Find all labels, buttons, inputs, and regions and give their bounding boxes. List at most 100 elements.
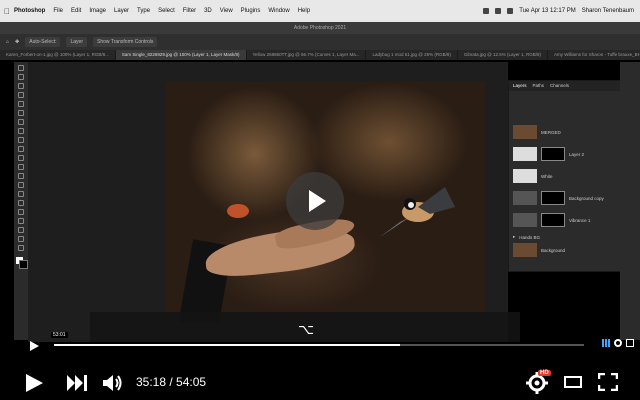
status-area: Tue Apr 13 12:17 PM Sharon Tenenbaum (483, 8, 640, 14)
window-title: Adobe Photoshop 2021 (0, 22, 640, 34)
stamp-tool-icon[interactable] (18, 146, 24, 152)
video-player[interactable]:  Photoshop File Edit Image Layer Type S… (0, 0, 640, 400)
layer-row[interactable]: Vibrance 1 (513, 211, 617, 229)
menu-plugins[interactable]: Plugins (241, 8, 261, 14)
clock[interactable]: Tue Apr 13 12:17 PM (519, 8, 575, 14)
menu-window[interactable]: Window (268, 8, 289, 14)
doc-tab[interactable]: Yellow 268860TT.jpg @ 66.7% (Curves 1, L… (247, 50, 367, 60)
document-tabs: Karen_Forbert-on-1.jpg @ 100% (Layer 1, … (0, 50, 640, 60)
menu-edit[interactable]: Edit (71, 8, 81, 14)
auto-select-target-select[interactable]: Layer (66, 37, 87, 47)
inner-seek-bar[interactable] (54, 344, 584, 346)
menu-layer[interactable]: Layer (114, 8, 129, 14)
gradient-tool-icon[interactable] (18, 173, 24, 179)
hand-tool-icon[interactable] (18, 236, 24, 242)
caption-text: ⌥ (298, 322, 315, 338)
layer-name: Layer 2 (569, 151, 585, 157)
type-tool-icon[interactable] (18, 209, 24, 215)
background-color-swatch[interactable] (19, 260, 28, 269)
layer-name: White (541, 173, 553, 179)
inner-play-icon[interactable] (30, 341, 39, 351)
layers-panel: Layers Paths Channels MERGED Layer 2 Whi… (508, 80, 622, 272)
zoom-tool-icon[interactable] (18, 245, 24, 251)
tab-layers[interactable]: Layers (513, 81, 527, 91)
layer-row[interactable]: Background copy (513, 189, 617, 207)
shape-tool-icon[interactable] (18, 227, 24, 233)
panel-dock (620, 62, 640, 340)
lasso-tool-icon[interactable] (18, 83, 24, 89)
layer-row[interactable]: White (513, 167, 617, 185)
auto-select-checkbox[interactable]: Auto-Select: (25, 37, 61, 47)
marquee-tool-icon[interactable] (18, 74, 24, 80)
bird-shape (380, 187, 455, 237)
layer-row[interactable]: Background (513, 241, 617, 259)
layer-row[interactable]: MERGED (513, 123, 617, 141)
layer-thumbnail (513, 213, 537, 227)
menu-image[interactable]: Image (89, 8, 106, 14)
search-icon[interactable] (507, 8, 514, 14)
home-icon[interactable]: ⌂ (6, 39, 9, 45)
doc-tab[interactable]: Karen_Forbert-on-1.jpg @ 100% (Layer 1, … (0, 50, 116, 60)
quick-select-tool-icon[interactable] (18, 92, 24, 98)
fullscreen-icon[interactable] (598, 373, 618, 391)
inner-seek-progress (54, 344, 400, 346)
history-brush-tool-icon[interactable] (18, 155, 24, 161)
layer-mask-thumbnail (541, 213, 565, 227)
doc-tab[interactable]: Gibrata.jpg @ 12.5% (Layer 1, RGB/8) (458, 50, 548, 60)
dodge-tool-icon[interactable] (18, 191, 24, 197)
blur-tool-icon[interactable] (18, 182, 24, 188)
duration: 54:05 (176, 375, 207, 389)
next-icon[interactable] (66, 374, 88, 392)
theater-mode-icon[interactable] (564, 376, 582, 388)
folder-icon: ▸ (513, 234, 516, 239)
transform-controls-checkbox[interactable]: Show Transform Controls (93, 37, 158, 47)
layer-name: Vibrance 1 (569, 217, 591, 223)
menu-select[interactable]: Select (158, 8, 175, 14)
ladybug-shape (227, 204, 249, 218)
brush-tool-icon[interactable] (18, 137, 24, 143)
settings-gear-icon[interactable] (614, 339, 622, 347)
layer-thumbnail (513, 169, 537, 183)
eyedropper-tool-icon[interactable] (18, 119, 24, 125)
menu-app-name[interactable]: Photoshop (14, 8, 45, 14)
doc-tab[interactable]: Amy Williams for Sharon - Tuffe brauxe_B… (548, 50, 640, 60)
layer-thumbnail (513, 125, 537, 139)
apple-icon[interactable]:  (0, 7, 14, 16)
doc-tab[interactable]: Ladybug 1 mod 51.jpg @ 25% (RGB/8) (366, 50, 458, 60)
tab-channels[interactable]: Channels (550, 81, 569, 91)
crop-tool-icon[interactable] (18, 101, 24, 107)
layer-thumbnail (513, 191, 537, 205)
embedded-player-controls: 53:01 (18, 332, 634, 352)
tab-paths[interactable]: Paths (533, 81, 545, 91)
hd-badge: HD (538, 370, 551, 376)
fullscreen-icon[interactable] (626, 339, 634, 347)
wifi-icon[interactable] (483, 8, 490, 14)
frame-tool-icon[interactable] (18, 110, 24, 116)
menu-view[interactable]: View (220, 8, 233, 14)
menu-help[interactable]: Help (298, 8, 310, 14)
path-select-tool-icon[interactable] (18, 218, 24, 224)
move-tool-icon[interactable]: ✥ (15, 39, 19, 45)
layer-name: Background copy (569, 195, 604, 201)
layer-name: Hands BG (519, 234, 541, 240)
user-name[interactable]: Sharon Tenenbaum (582, 8, 634, 14)
volume-icon[interactable] (102, 373, 124, 393)
macos-menubar:  Photoshop File Edit Image Layer Type S… (0, 0, 640, 22)
menu-filter[interactable]: Filter (183, 8, 196, 14)
player-controls: 35:18 / 54:05 HD (0, 362, 640, 400)
time-display: 35:18 / 54:05 (136, 375, 206, 389)
eraser-tool-icon[interactable] (18, 164, 24, 170)
menu-type[interactable]: Type (137, 8, 150, 14)
inner-icon-group (602, 339, 634, 347)
battery-icon[interactable] (495, 8, 502, 14)
pen-tool-icon[interactable] (18, 200, 24, 206)
move-tool-icon[interactable] (18, 65, 24, 71)
menu-3d[interactable]: 3D (204, 8, 212, 14)
signal-bars-icon[interactable] (602, 339, 610, 347)
menu-file[interactable]: File (53, 8, 63, 14)
healing-tool-icon[interactable] (18, 128, 24, 134)
large-play-button[interactable] (286, 172, 344, 230)
layer-row[interactable]: Layer 2 (513, 145, 617, 163)
doc-tab-active[interactable]: Sam Single_8226929.jpg @ 100% (Layer 1, … (115, 50, 247, 60)
play-icon[interactable] (26, 374, 43, 392)
